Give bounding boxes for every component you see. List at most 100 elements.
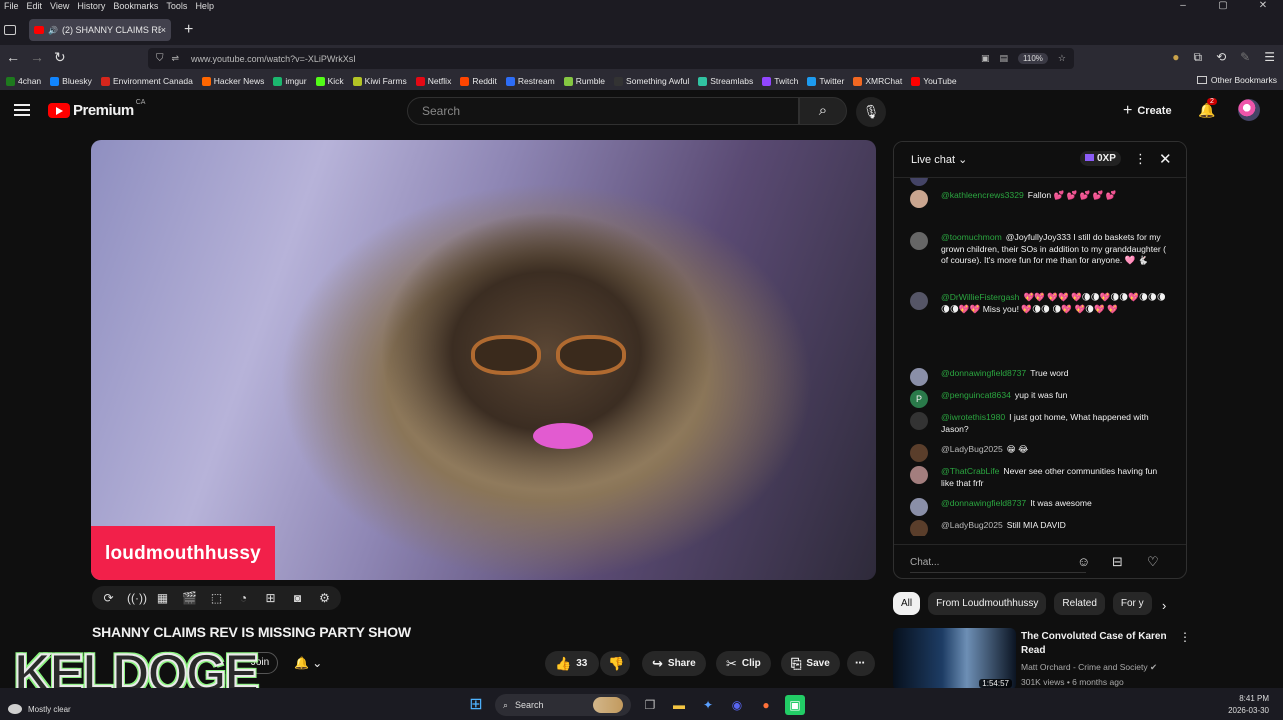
bookmark-item[interactable]: Netflix [415,76,451,86]
reload-icon[interactable]: ↻ [54,49,66,66]
new-tab-icon[interactable]: + [184,21,193,39]
chat-messages[interactable]: @penguincat8634aw it so cute@kathleencre… [894,172,1186,536]
bookmark-item[interactable]: XMRChat [853,76,902,86]
video-thumbnail[interactable]: 1:54:57 [893,628,1016,690]
chat-author[interactable]: @DrWillieFistergash [941,292,1019,302]
chat-message[interactable]: @ThatCrabLife Never see other communities… [910,466,1168,489]
chip-from-channel[interactable]: From Loudmouthhussy [928,592,1047,615]
menu-view[interactable]: View [50,1,69,11]
extensions-puzzle-icon[interactable]: ⧉ [1194,50,1203,65]
chat-author[interactable]: @penguincat8634 [941,390,1011,400]
chat-author[interactable]: @iwrotethis1980 [941,412,1005,422]
bookmark-item[interactable]: Kick [315,76,344,86]
chat-more-icon[interactable]: ⋮ [1134,151,1147,167]
chat-message[interactable]: @iwrotethis1980 I just got home, What hap… [910,412,1168,435]
system-clock[interactable]: 8:41 PM 2026-03-30 [1228,693,1269,717]
taskbar-search[interactable]: ⌕ Search [495,694,631,716]
chat-author[interactable]: @ThatCrabLife [941,466,999,476]
super-chat-icon[interactable]: ⊟ [1112,554,1123,570]
bookmark-item[interactable]: Twitter [807,76,844,86]
tab-close-icon[interactable]: × [161,25,166,35]
clapperboard-icon[interactable]: 🎬 [181,591,198,605]
chip-for-you[interactable]: For y [1112,592,1152,615]
url-bar[interactable]: ⛉ ⇌ www.youtube.com/watch?v=-XLiPWrkXsI … [148,48,1074,69]
emoji-icon[interactable]: ☺ [1077,554,1090,569]
save-button[interactable]: ⎘ Save [781,651,840,676]
site-permissions-icon[interactable]: ⇌ [172,53,180,64]
notifications-button[interactable]: 🔔 2 [1198,98,1217,119]
channel-name[interactable]: Matt Orchard - Crime and Society [1021,662,1148,672]
voice-search-button[interactable]: 🎙 [856,97,886,127]
firefox-icon[interactable]: ● [756,695,776,715]
chat-avatar[interactable] [910,232,928,250]
bookmark-item[interactable]: YouTube [911,76,957,86]
subscription-bell-button[interactable]: 🔔 ⌄ [288,652,338,674]
share-button[interactable]: ↪ Share [642,651,706,676]
youtube-premium-logo[interactable]: Premium CA [48,99,145,119]
menu-file[interactable]: File [4,1,19,11]
url-text[interactable]: www.youtube.com/watch?v=-XLiPWrkXsI [191,54,356,64]
chat-author[interactable]: @LadyBug2025 [941,444,1003,454]
chat-avatar[interactable]: P [910,390,928,408]
like-button[interactable]: 👍 33 [545,651,599,676]
heart-icon[interactable]: ♡ [1147,554,1159,570]
windows-start-icon[interactable]: ⊞ [466,695,486,715]
add-frame-icon[interactable]: ⊞ [262,591,279,605]
chat-message[interactable]: @donnawingfield8737 It was awesome [910,498,1168,516]
maximize-button[interactable]: ▢ [1207,0,1239,11]
back-icon[interactable]: ← [6,49,20,65]
bookmark-item[interactable]: Hacker News [201,76,264,86]
picture-in-picture-icon[interactable]: ▤ [1000,53,1009,64]
xp-badge[interactable]: 0XP [1080,151,1121,166]
chat-close-icon[interactable]: ✕ [1159,150,1172,168]
tracking-shield-icon[interactable]: ⛉ [156,53,164,64]
bookmark-star-icon[interactable]: ☆ [1058,53,1066,64]
menu-help[interactable]: Help [195,1,214,11]
discord-icon[interactable]: ◉ [727,695,747,715]
account-avatar[interactable] [1238,99,1260,121]
window-close-button[interactable]: ✕ [1247,0,1279,11]
chat-author[interactable]: @toomuchmom [941,232,1002,242]
bookmark-item[interactable]: Twitch [762,76,798,86]
bookmark-item[interactable]: Bluesky [50,76,92,86]
chip-all[interactable]: All [893,592,921,615]
chat-message[interactable]: @LadyBug2025 😁 😂 [910,444,1168,462]
sync-icon[interactable]: ⟲ [1216,50,1226,65]
loop-icon[interactable]: ⟳ [100,591,117,605]
clip-button[interactable]: ✂ Clip [716,651,771,676]
related-video-title[interactable]: The Convoluted Case of Karen Read [1021,630,1171,658]
bookmark-item[interactable]: Restream [505,76,555,86]
chat-author[interactable]: @LadyBug2025 [941,520,1003,530]
other-bookmarks[interactable]: Other Bookmarks [1196,75,1277,85]
file-explorer-icon[interactable]: ▬ [669,695,689,715]
more-vertical-icon[interactable]: ⋮ [1179,630,1191,644]
bookmark-item[interactable]: imgur [273,76,307,86]
chat-author[interactable]: @kathleencrews3329 [941,190,1024,200]
extension-icon[interactable]: ● [1172,50,1179,65]
chat-input[interactable]: Chat... [910,553,1086,573]
bookmark-item[interactable]: Streamlabs [698,76,753,86]
mini-player-icon[interactable]: ▦ [154,591,171,605]
tab-list-icon[interactable] [4,25,16,35]
task-view-icon[interactable]: ❐ [640,695,660,715]
extension-feather-icon[interactable]: ✎ [1240,50,1250,65]
audio-mode-icon[interactable]: ((·)) [127,591,147,605]
menu-history[interactable]: History [77,1,105,11]
zoom-level[interactable]: 110% [1018,53,1048,64]
chat-avatar[interactable] [910,412,928,430]
chip-related[interactable]: Related [1054,592,1105,615]
minimize-button[interactable]: – [1167,0,1199,11]
more-actions-button[interactable]: ⋯ [847,651,875,676]
chat-avatar[interactable] [910,292,928,310]
app-menu-icon[interactable]: ☰ [1264,50,1275,65]
create-button[interactable]: + Create [1123,102,1172,120]
bookmark-item[interactable]: Kiwi Farms [352,76,407,86]
tab-youtube[interactable]: 🔊 (2) SHANNY CLAIMS REV I × [29,19,171,41]
search-input[interactable]: Search [407,97,799,125]
chat-avatar[interactable] [910,190,928,208]
menu-bookmarks[interactable]: Bookmarks [113,1,158,11]
chat-message[interactable]: @donnawingfield8737 True word [910,368,1168,386]
chat-author[interactable]: @donnawingfield8737 [941,368,1026,378]
settings-gear-icon[interactable]: ⚙ [316,591,333,605]
chat-avatar[interactable] [910,498,928,516]
